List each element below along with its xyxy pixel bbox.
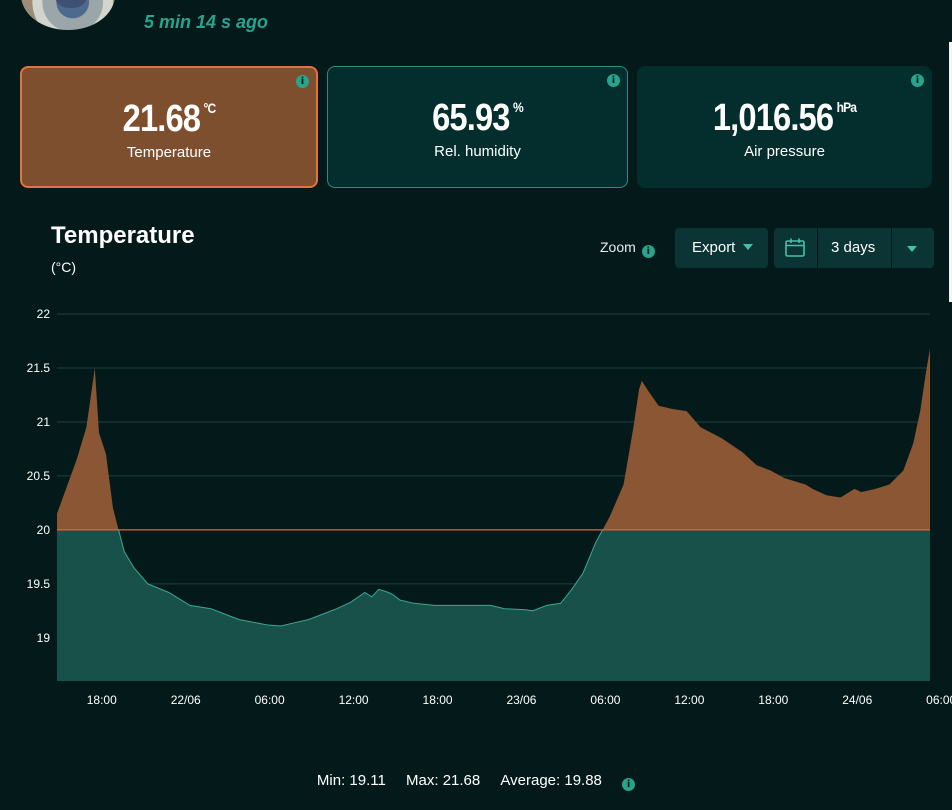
info-icon[interactable]: i	[911, 74, 924, 87]
humidity-unit: %	[513, 99, 524, 115]
temperature-chart[interactable]: 19 19.5 20 20.5 21 21.5 22 18:00 22/06 06:00 12:0…	[0, 290, 952, 720]
calendar-icon	[785, 238, 805, 257]
chart-title: Temperature	[51, 222, 195, 249]
y-axis-labels: 19 19.5 20 20.5 21 21.5 22	[27, 307, 51, 645]
stats-bar: Min: 19.11 Max: 21.68 Average: 19.88 i	[0, 772, 952, 791]
info-icon[interactable]: i	[607, 74, 620, 87]
range-selector: 3 days	[774, 228, 934, 268]
temperature-unit: °C	[203, 100, 217, 116]
y-tick-label: 20	[37, 523, 51, 537]
pressure-number: 1,016.56	[712, 97, 834, 139]
x-tick-label: 18:00	[423, 693, 453, 707]
range-dropdown-button[interactable]	[892, 228, 934, 268]
range-value[interactable]: 3 days	[818, 228, 891, 268]
humidity-card[interactable]: i 65.93% Rel. humidity	[327, 66, 628, 188]
x-tick-label: 06:00	[590, 693, 620, 707]
temperature-number: 21.68	[122, 98, 201, 140]
pressure-card[interactable]: i 1,016.56 hPa Air pressure	[637, 66, 932, 188]
info-icon[interactable]: i	[622, 778, 636, 791]
humidity-number: 65.93	[432, 97, 510, 139]
x-tick-label: 06:00	[255, 693, 285, 707]
y-tick-label: 21.5	[27, 361, 51, 375]
x-tick-label: 12:00	[674, 693, 704, 707]
pressure-unit: hPa	[836, 99, 857, 115]
x-tick-label: 06:00	[926, 693, 952, 707]
caret-down-icon	[907, 246, 917, 252]
metric-cards: i 21.68 °C Temperature i 65.93% Rel. humi…	[20, 66, 932, 188]
calendar-button[interactable]	[774, 228, 817, 268]
pressure-label: Air pressure	[744, 143, 825, 160]
stat-max: Max: 21.68	[406, 772, 481, 789]
x-tick-label: 24/06	[842, 693, 872, 707]
y-tick-label: 20.5	[27, 469, 51, 483]
x-tick-label: 23/06	[506, 693, 536, 707]
info-icon[interactable]: i	[296, 75, 309, 88]
stat-min: Min: 19.11	[316, 772, 386, 789]
zoom-text: Zoom	[600, 239, 636, 255]
zoom-label: Zoom i	[600, 239, 655, 258]
last-update-text: 5 min 14 s ago	[144, 12, 269, 32]
x-tick-label: 18:00	[758, 693, 788, 707]
export-button[interactable]: Export	[675, 228, 768, 268]
x-tick-label: 18:00	[87, 693, 117, 707]
x-tick-label: 22/06	[171, 693, 201, 707]
temperature-label: Temperature	[126, 144, 212, 161]
x-axis-labels: 18:00 22/06 06:00 12:00 18:00 23/06 06:00 12:00…	[87, 693, 952, 707]
caret-down-icon	[743, 244, 754, 250]
export-label: Export	[692, 239, 736, 256]
y-tick-label: 21	[37, 415, 51, 429]
humidity-value: 65.93%	[349, 97, 606, 140]
temperature-value: 21.68 °C	[43, 98, 296, 141]
pressure-value: 1,016.56 hPa	[659, 97, 911, 140]
humidity-label: Rel. humidity	[434, 143, 521, 160]
x-tick-label: 12:00	[339, 693, 369, 707]
avatar	[21, 0, 115, 30]
chart-unit: (°C)	[51, 259, 77, 275]
y-tick-label: 19	[37, 631, 51, 645]
stat-average: Average: 19.88	[500, 772, 602, 789]
y-tick-label: 22	[37, 307, 51, 321]
temperature-card[interactable]: i 21.68 °C Temperature	[20, 66, 318, 188]
info-icon[interactable]: i	[641, 245, 655, 258]
y-tick-label: 19.5	[27, 577, 51, 591]
